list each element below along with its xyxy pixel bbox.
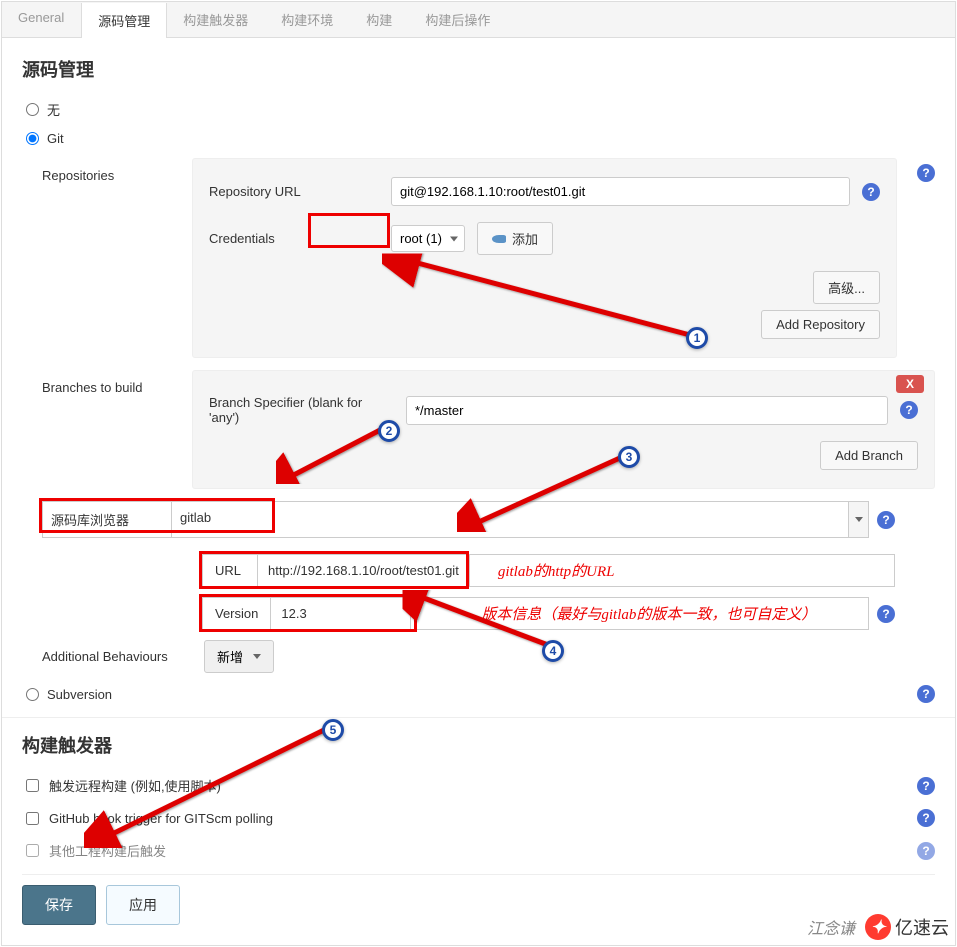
add-behaviour-button[interactable]: 新增	[204, 640, 274, 673]
add-repository-button[interactable]: Add Repository	[761, 310, 880, 339]
annotation-badge-2: 2	[378, 420, 400, 442]
help-icon[interactable]: ?	[917, 842, 935, 860]
browser-version-rest: 版本信息（最好与gitlab的版本一致，也可自定义）	[411, 597, 869, 630]
radio-none-label: 无	[47, 100, 60, 119]
repositories-panel: Repository URL ? Credentials root (1) 添加	[192, 158, 897, 358]
repositories-label: Repositories	[42, 158, 172, 183]
watermark: 江念谦 ✦ 亿速云	[807, 914, 949, 940]
browser-url-input[interactable]: http://192.168.1.10/root/test01.git	[258, 554, 470, 587]
credentials-label: Credentials	[209, 231, 379, 246]
tab-triggers[interactable]: 构建触发器	[167, 2, 265, 37]
help-icon[interactable]: ?	[900, 401, 918, 419]
delete-branch-button[interactable]: X	[896, 375, 924, 393]
trigger-github-checkbox[interactable]	[26, 812, 39, 825]
radio-subversion-label: Subversion	[47, 687, 112, 702]
branches-label: Branches to build	[42, 370, 172, 395]
tab-general[interactable]: General	[2, 2, 81, 37]
annotation-badge-4: 4	[542, 640, 564, 662]
apply-button[interactable]: 应用	[106, 885, 180, 925]
annotation-badge-3: 3	[618, 446, 640, 468]
annotation-badge-1: 1	[686, 327, 708, 349]
add-credentials-label: 添加	[512, 229, 538, 248]
repo-url-label: Repository URL	[209, 184, 379, 199]
tab-bar: General 源码管理 构建触发器 构建环境 构建 构建后操作	[2, 2, 955, 38]
tab-build[interactable]: 构建	[350, 2, 409, 37]
radio-subversion[interactable]	[26, 688, 39, 701]
add-branch-button[interactable]: Add Branch	[820, 441, 918, 470]
chevron-down-icon	[848, 502, 868, 537]
watermark-brand: 亿速云	[895, 914, 949, 940]
trigger-other-checkbox[interactable]	[26, 844, 39, 857]
trigger-github-label: GitHub hook trigger for GITScm polling	[49, 811, 273, 826]
annotation-badge-5: 5	[322, 719, 344, 741]
version-annotation: 版本信息（最好与gitlab的版本一致，也可自定义）	[481, 603, 816, 624]
section-title-triggers: 构建触发器	[22, 732, 935, 758]
help-icon[interactable]: ?	[877, 605, 895, 623]
repo-browser-label: 源码库浏览器	[42, 501, 172, 538]
branch-specifier-input[interactable]	[406, 396, 888, 425]
credentials-select[interactable]: root (1)	[391, 225, 465, 252]
branches-panel: X Branch Specifier (blank for 'any') ? A…	[192, 370, 935, 489]
tab-scm[interactable]: 源码管理	[81, 3, 167, 38]
save-button[interactable]: 保存	[22, 885, 96, 925]
trigger-other-label: 其他工程构建后触发	[49, 841, 166, 860]
help-icon[interactable]: ?	[862, 183, 880, 201]
browser-version-label: Version	[202, 597, 271, 630]
radio-git[interactable]	[26, 132, 39, 145]
trigger-remote-label: 触发远程构建 (例如,使用脚本)	[49, 776, 221, 795]
branch-specifier-label: Branch Specifier (blank for 'any')	[209, 395, 394, 425]
trigger-remote-checkbox[interactable]	[26, 779, 39, 792]
help-icon[interactable]: ?	[917, 809, 935, 827]
help-icon[interactable]: ?	[917, 777, 935, 795]
repo-url-input[interactable]	[391, 177, 850, 206]
tab-env[interactable]: 构建环境	[265, 2, 350, 37]
browser-version-input[interactable]: 12.3	[271, 597, 411, 630]
repo-browser-select[interactable]: gitlab	[172, 501, 869, 538]
tab-post[interactable]: 构建后操作	[409, 2, 507, 37]
watermark-logo-icon: ✦	[865, 914, 891, 940]
help-icon[interactable]: ?	[917, 164, 935, 182]
additional-behaviours-label: Additional Behaviours	[42, 649, 192, 664]
browser-url-label: URL	[202, 554, 258, 587]
repo-browser-value: gitlab	[172, 502, 848, 537]
section-title-scm: 源码管理	[22, 56, 935, 82]
browser-url-rest: gitlab的http的URL	[470, 554, 895, 587]
key-icon	[492, 235, 506, 243]
add-credentials-button[interactable]: 添加	[477, 222, 553, 255]
watermark-author: 江念谦	[807, 915, 855, 939]
radio-none[interactable]	[26, 103, 39, 116]
url-annotation: gitlab的http的URL	[498, 560, 615, 581]
help-icon[interactable]: ?	[877, 511, 895, 529]
radio-git-label: Git	[47, 131, 64, 146]
advanced-button[interactable]: 高级...	[813, 271, 880, 304]
help-icon[interactable]: ?	[917, 685, 935, 703]
